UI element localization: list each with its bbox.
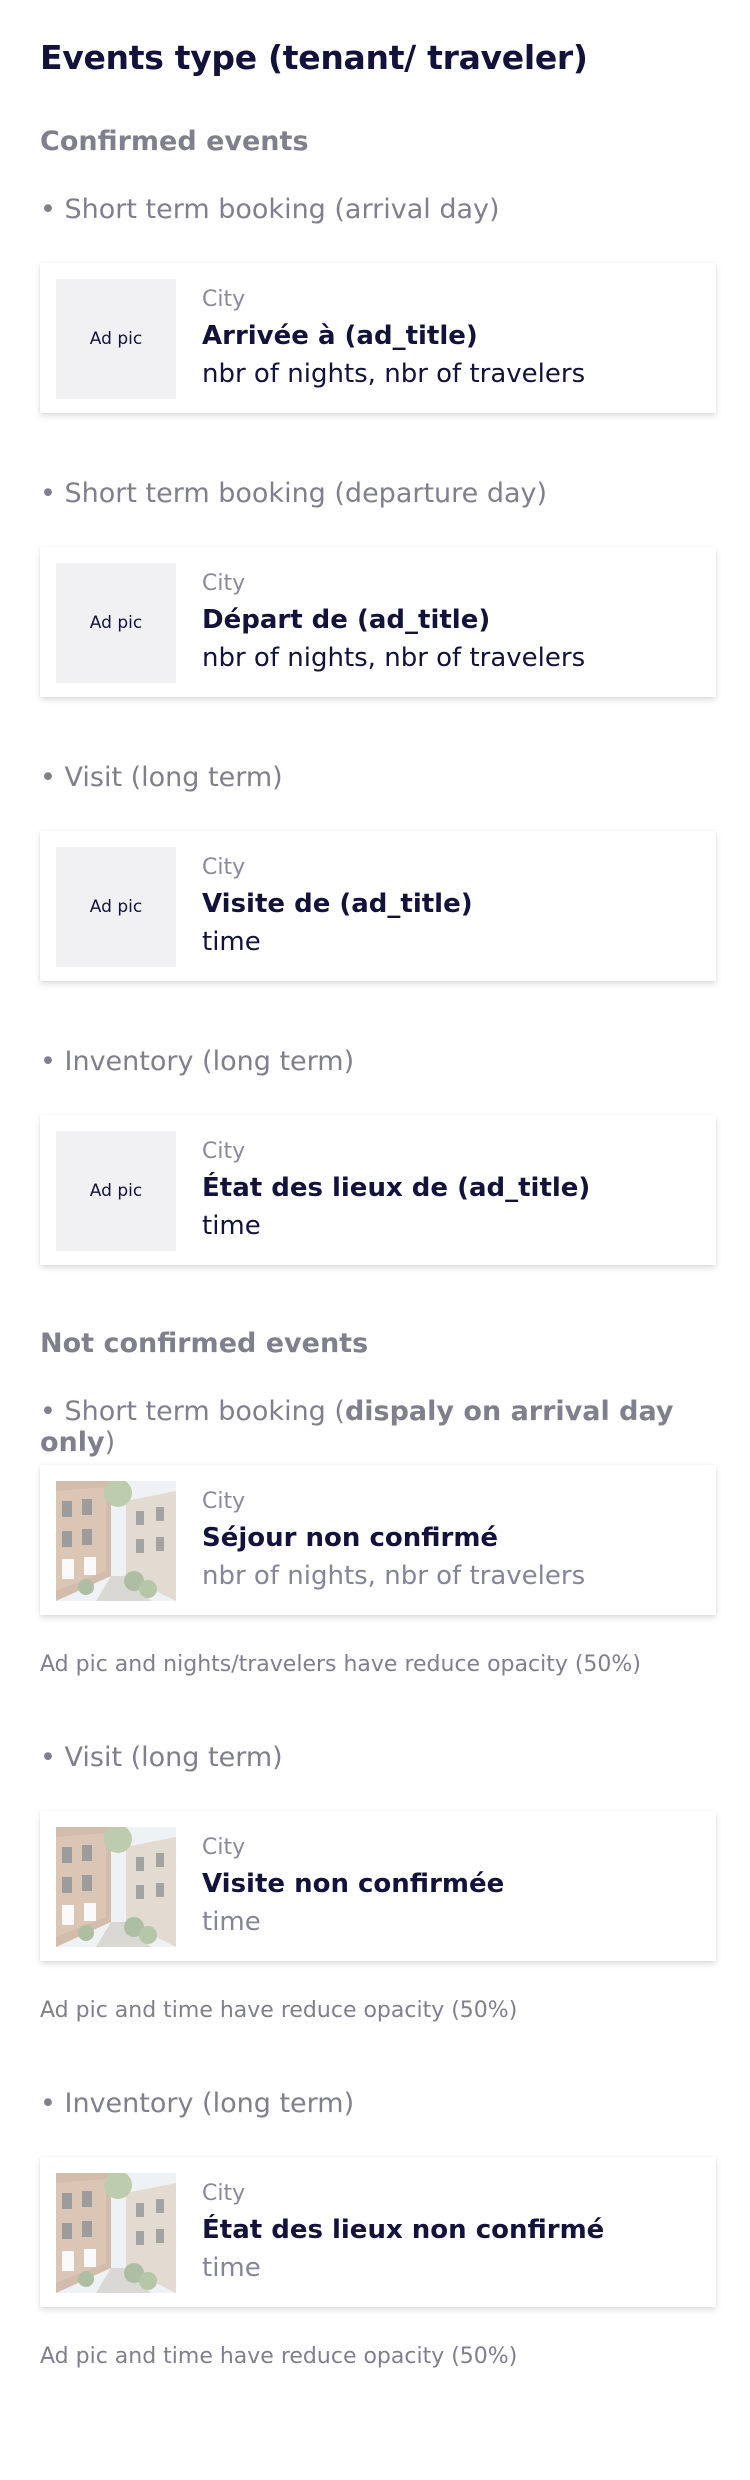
card-subtitle: time	[202, 1211, 261, 1241]
event-card-departure[interactable]: Ad pic City Départ de (ad_title) nbr of …	[40, 547, 716, 697]
ad-pic-placeholder: Ad pic	[56, 279, 176, 399]
bullet-short-term-unconfirmed: • Short term booking (dispaly on arrival…	[40, 1396, 750, 1458]
card-title: Visite de (ad_title)	[202, 889, 473, 919]
card-title: État des lieux de (ad_title)	[202, 1173, 591, 1203]
card-city: City	[202, 287, 246, 312]
street-photo-image	[56, 1481, 176, 1601]
bullet-short-term-arrival: • Short term booking (arrival day)	[40, 194, 500, 225]
bullet-visit-unconfirmed: • Visit (long term)	[40, 1742, 283, 1773]
bullet-inventory-unconfirmed: • Inventory (long term)	[40, 2088, 355, 2119]
opacity-note: Ad pic and time have reduce opacity (50%…	[40, 2344, 518, 2369]
card-title: Arrivée à (ad_title)	[202, 321, 478, 351]
card-subtitle: time	[202, 927, 261, 957]
card-title: Visite non confirmée	[202, 1869, 505, 1899]
street-photo-image	[56, 2173, 176, 2293]
ad-pic-placeholder: Ad pic	[56, 847, 176, 967]
card-subtitle: time	[202, 1907, 261, 1937]
bullet-visit-long-term: • Visit (long term)	[40, 762, 283, 793]
card-subtitle: nbr of nights, nbr of travelers	[202, 1561, 586, 1591]
event-card-visit[interactable]: Ad pic City Visite de (ad_title) time	[40, 831, 716, 981]
card-title: État des lieux non confirmé	[202, 2215, 605, 2245]
bullet-prefix: • Short term booking (	[40, 1396, 345, 1427]
not-confirmed-events-heading: Not confirmed events	[40, 1328, 369, 1359]
bullet-inventory-long-term: • Inventory (long term)	[40, 1046, 355, 1077]
page-title: Events type (tenant/ traveler)	[40, 38, 588, 77]
event-card-inventory-unconfirmed[interactable]: City État des lieux non confirmé time	[40, 2157, 716, 2307]
card-subtitle: nbr of nights, nbr of travelers	[202, 643, 586, 673]
card-city: City	[202, 571, 246, 596]
card-city: City	[202, 1139, 246, 1164]
card-subtitle: time	[202, 2253, 261, 2283]
card-city: City	[202, 1489, 246, 1514]
event-card-visit-unconfirmed[interactable]: City Visite non confirmée time	[40, 1811, 716, 1961]
card-title: Départ de (ad_title)	[202, 605, 491, 635]
bullet-suffix: )	[104, 1427, 116, 1458]
card-title: Séjour non confirmé	[202, 1523, 499, 1553]
street-photo-image	[56, 1827, 176, 1947]
opacity-note: Ad pic and nights/travelers have reduce …	[40, 1652, 641, 1677]
card-city: City	[202, 855, 246, 880]
opacity-note: Ad pic and time have reduce opacity (50%…	[40, 1998, 518, 2023]
ad-pic-placeholder: Ad pic	[56, 1131, 176, 1251]
ad-pic-placeholder: Ad pic	[56, 563, 176, 683]
event-card-arrival[interactable]: Ad pic City Arrivée à (ad_title) nbr of …	[40, 263, 716, 413]
event-card-inventory[interactable]: Ad pic City État des lieux de (ad_title)…	[40, 1115, 716, 1265]
bullet-short-term-departure: • Short term booking (departure day)	[40, 478, 548, 509]
event-card-stay-unconfirmed[interactable]: City Séjour non confirmé nbr of nights, …	[40, 1465, 716, 1615]
confirmed-events-heading: Confirmed events	[40, 126, 309, 157]
card-city: City	[202, 2181, 246, 2206]
card-city: City	[202, 1835, 246, 1860]
card-subtitle: nbr of nights, nbr of travelers	[202, 359, 586, 389]
